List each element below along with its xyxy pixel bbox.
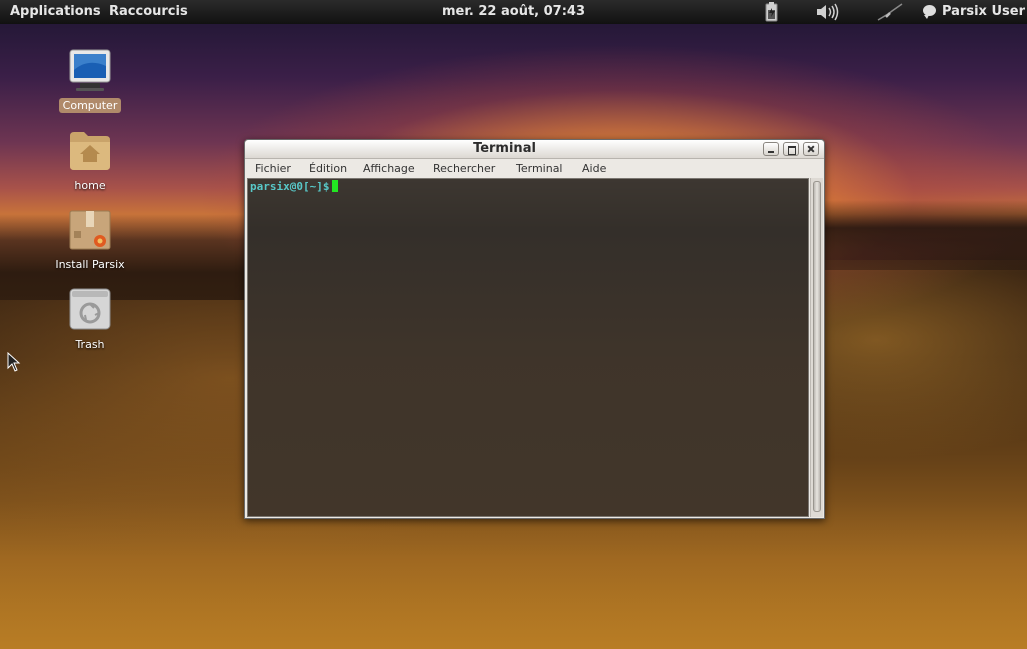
text-cursor <box>332 180 339 192</box>
maximize-button[interactable] <box>783 142 799 156</box>
desktop-icon-install-parsix[interactable]: Install Parsix <box>50 207 130 272</box>
shell-prompt: parsix@0[~]$ <box>250 180 330 193</box>
mouse-pointer-icon <box>7 352 21 372</box>
network-icon[interactable] <box>876 2 904 22</box>
volume-icon[interactable] <box>814 2 842 22</box>
battery-icon[interactable] <box>762 2 782 22</box>
menu-edition[interactable]: Édition <box>309 162 347 175</box>
installer-package-icon <box>69 210 111 250</box>
desktop-icon-label: Trash <box>75 338 105 351</box>
trash-icon <box>69 288 111 330</box>
wallpaper-dune <box>0 500 1027 649</box>
home-folder-icon <box>70 132 110 170</box>
terminal-menubar: Fichier Édition Affichage Rechercher Ter… <box>245 160 824 178</box>
clock[interactable]: mer. 22 août, 07:43 <box>442 4 585 19</box>
desktop-icon-home[interactable]: home <box>50 128 130 193</box>
menu-affichage[interactable]: Affichage <box>363 162 415 175</box>
desktop-icon-trash[interactable]: Trash <box>50 287 130 352</box>
desktop-icon-computer[interactable]: Computer <box>50 48 130 113</box>
desktop-icon-label: home <box>74 179 106 192</box>
desktop-icon-label: Install Parsix <box>55 258 125 271</box>
user-name: Parsix User <box>942 4 1025 19</box>
applications-menu[interactable]: Applications <box>10 4 101 19</box>
terminal-scrollbar[interactable] <box>810 178 823 517</box>
chat-bubble-icon <box>923 5 936 19</box>
menu-rechercher[interactable]: Rechercher <box>433 162 495 175</box>
terminal-window[interactable]: Terminal Fichier Édition Affichage Reche… <box>244 139 825 519</box>
top-panel: Applications Raccourcis mer. 22 août, 07… <box>0 0 1027 24</box>
window-titlebar[interactable]: Terminal <box>245 140 824 159</box>
terminal-output[interactable]: parsix@0[~]$ <box>247 178 809 517</box>
menu-terminal[interactable]: Terminal <box>516 162 563 175</box>
scrollbar-thumb[interactable] <box>813 181 821 512</box>
raccourcis-menu[interactable]: Raccourcis <box>109 4 188 19</box>
computer-icon <box>69 49 111 91</box>
desktop-icon-label: Computer <box>58 98 122 113</box>
menu-fichier[interactable]: Fichier <box>255 162 291 175</box>
shell-prompt-line: parsix@0[~]$ <box>250 180 339 193</box>
user-menu[interactable]: Parsix User <box>923 4 1025 19</box>
window-title: Terminal <box>473 141 536 156</box>
menu-aide[interactable]: Aide <box>582 162 606 175</box>
minimize-button[interactable] <box>763 142 779 156</box>
wallpaper-ridge <box>820 200 1027 270</box>
close-button[interactable] <box>803 142 819 156</box>
